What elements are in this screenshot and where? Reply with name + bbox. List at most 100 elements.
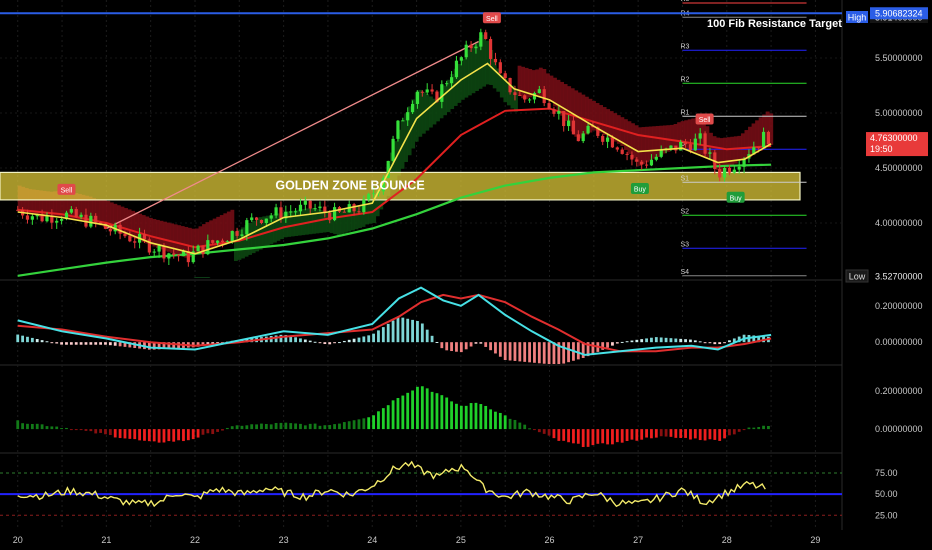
macd-histogram-bar	[16, 334, 20, 343]
candle-body	[367, 193, 371, 200]
momentum-bar	[625, 429, 629, 442]
momentum-bar	[16, 420, 20, 430]
candle-body	[552, 109, 556, 114]
momentum-bar	[484, 405, 488, 430]
candle-body	[440, 84, 444, 102]
cloud-bear-segment	[641, 127, 646, 165]
macd-histogram-bar	[406, 318, 410, 343]
momentum-bar	[89, 429, 93, 432]
candle-body	[425, 89, 429, 93]
candle-body	[610, 137, 615, 148]
candle-body	[123, 233, 127, 237]
momentum-bar	[94, 429, 98, 434]
signal-label: Buy	[730, 195, 743, 202]
candle-body	[245, 220, 249, 235]
cloud-bear-segment	[719, 138, 724, 173]
macd-histogram-bar	[416, 321, 419, 343]
pivot-label: R1	[680, 109, 689, 116]
macd-histogram-bar	[562, 342, 566, 364]
rsi-tick-label: 75.00	[875, 468, 898, 478]
momentum-bar	[167, 429, 171, 442]
momentum-bar	[362, 418, 366, 430]
macd-tick-label: 0.20000000	[875, 301, 923, 311]
time-tick-label: 27	[633, 535, 643, 545]
candle-body	[615, 147, 619, 150]
momentum-bar	[767, 425, 770, 430]
momentum-bar	[508, 418, 512, 430]
candle-body	[484, 32, 488, 40]
high-tag-label: High	[848, 13, 867, 23]
candle-body	[196, 245, 200, 252]
macd-histogram-bar	[377, 330, 380, 343]
pivot-label: R2	[680, 76, 689, 83]
candle-body	[698, 133, 702, 139]
candle-body	[630, 154, 634, 160]
candle-body	[605, 137, 610, 142]
momentum-bar	[274, 422, 278, 430]
momentum-bar	[455, 403, 458, 430]
macd-histogram-bar	[308, 340, 312, 343]
macd-histogram-bar	[411, 319, 414, 343]
macd-histogram-bar	[396, 317, 400, 343]
momentum-bar	[718, 429, 722, 441]
macd-histogram-bar	[494, 342, 497, 354]
macd-histogram-bar	[35, 339, 39, 343]
candle-body	[542, 89, 546, 104]
momentum-bar	[284, 422, 288, 430]
momentum-bar	[342, 422, 346, 430]
candle-body	[59, 219, 64, 221]
candle-body	[586, 125, 590, 134]
momentum-bar	[464, 405, 468, 430]
candle-body	[16, 209, 20, 211]
signal-label: Sell	[486, 16, 498, 23]
candle-body	[718, 169, 722, 178]
momentum-bar	[65, 427, 68, 430]
momentum-bar	[420, 386, 424, 430]
momentum-bar	[401, 395, 405, 430]
candle-body	[703, 133, 707, 154]
candle-body	[576, 134, 580, 142]
momentum-bar	[279, 422, 283, 430]
candle-body	[55, 220, 59, 223]
macd-histogram-bar	[89, 342, 93, 345]
sell-signal: Sell	[482, 12, 501, 24]
momentum-bar	[396, 398, 400, 430]
momentum-bar	[182, 429, 185, 442]
candle-body	[293, 211, 298, 213]
momentum-bar	[99, 429, 102, 433]
time-tick-label: 25	[456, 535, 466, 545]
cloud-bear-segment	[627, 121, 632, 154]
candle-body	[469, 44, 473, 49]
candle-body	[406, 112, 410, 121]
momentum-bar	[338, 423, 341, 430]
momentum-bar	[108, 429, 112, 436]
macd-histogram-bar	[299, 338, 302, 343]
candle-body	[410, 103, 415, 113]
macd-histogram-bar	[430, 335, 434, 343]
candle-body	[176, 254, 181, 257]
macd-histogram-bar	[533, 342, 536, 363]
candle-countdown: 19:50	[870, 144, 893, 154]
momentum-bar	[659, 429, 663, 437]
macd-histogram-bar	[474, 342, 478, 344]
time-tick-label: 23	[279, 535, 289, 545]
macd-histogram-bar	[303, 339, 307, 343]
momentum-bar	[264, 423, 268, 430]
candle-body	[25, 215, 30, 220]
cloud-bull-segment	[290, 210, 295, 237]
momentum-bar	[230, 426, 234, 430]
momentum-bar	[611, 429, 614, 445]
candle-body	[766, 131, 771, 145]
momentum-bar	[45, 426, 49, 430]
signal-label: Sell	[699, 117, 711, 124]
time-tick-label: 22	[190, 535, 200, 545]
candle-body	[493, 58, 498, 63]
candle-body	[654, 156, 658, 160]
candle-body	[303, 200, 307, 205]
macd-histogram-bar	[620, 341, 624, 343]
candle-body	[254, 217, 259, 220]
low-value-label: 3.52700000	[875, 272, 923, 282]
macd-histogram-bar	[693, 340, 697, 343]
momentum-bar	[50, 426, 54, 430]
cloud-bear-segment	[599, 105, 603, 133]
